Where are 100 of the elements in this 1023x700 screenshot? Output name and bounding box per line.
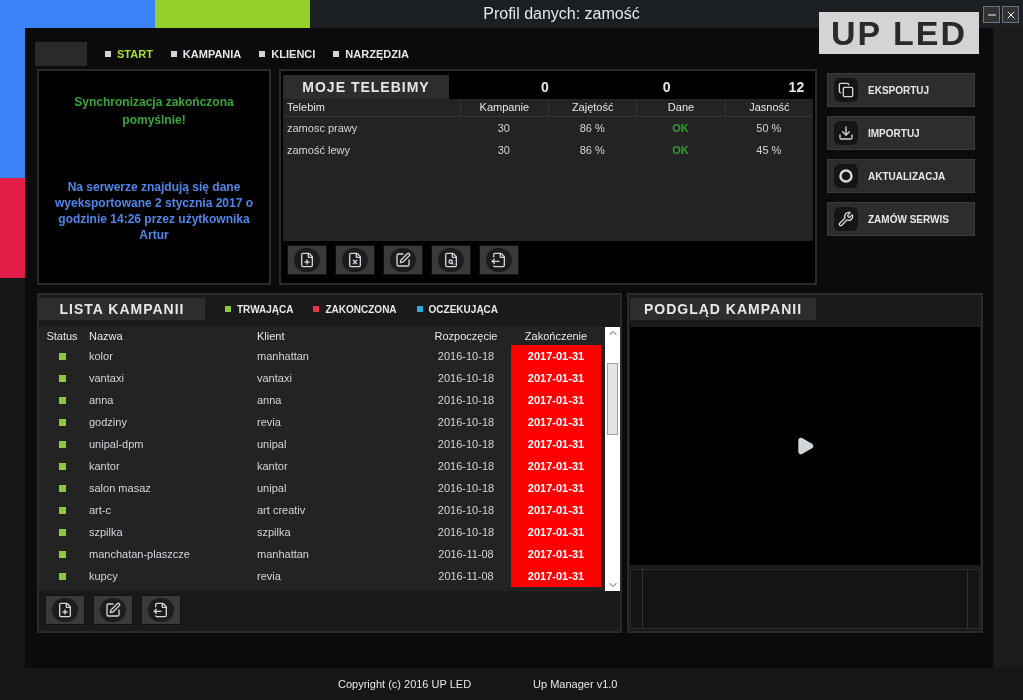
table-cell-text: OK [671, 142, 690, 158]
toolbar-button[interactable] [93, 595, 133, 625]
toolbar-button[interactable] [45, 595, 85, 625]
table-cell: 2017-01-31 [511, 455, 601, 477]
table-cell-text: art creativ [256, 502, 307, 518]
table-cell: 2017-01-31 [511, 477, 601, 499]
copyright-text: Copyright (c) 2016 UP LED [338, 676, 472, 692]
table-cell-text: 2016-10-18 [436, 392, 496, 408]
table-cell-text: 50 % [755, 120, 783, 136]
logo: UP LED [819, 12, 979, 54]
table-cell-text: 2016-10-18 [436, 458, 496, 474]
table-cell-text: 86 % [578, 120, 606, 136]
file-plus-icon [57, 602, 73, 618]
file-search-icon [443, 252, 459, 268]
column-header: Kampanie [459, 99, 548, 116]
column-header: Status [45, 328, 79, 344]
close-button[interactable] [1002, 6, 1019, 23]
table-cell: 2017-01-31 [511, 521, 601, 543]
ring-icon [838, 168, 854, 184]
table-cell-text: manchatan-plaszcze [88, 546, 191, 562]
file-plus-icon [299, 252, 315, 268]
window-title: Profil danych: zamość [482, 4, 641, 24]
table-cell-text: 86 % [578, 142, 606, 158]
toolbar-button[interactable] [479, 245, 519, 275]
table-cell: 2017-01-31 [511, 543, 601, 565]
table-cell-text: zamość lewy [286, 142, 351, 158]
table-cell-text: vantaxi [88, 370, 125, 386]
edit-icon [105, 602, 121, 618]
action-button[interactable]: AKTUALIZACJA [827, 159, 975, 193]
table-cell-text: 2016-10-18 [436, 502, 496, 518]
action-button[interactable]: ZAMÓW SERWIS [827, 202, 975, 236]
table-cell-text: kantor [88, 458, 121, 474]
file-delete-icon [347, 252, 363, 268]
table-cell-text: kolor [88, 348, 114, 364]
nav-tab[interactable]: START [105, 45, 153, 63]
table-cell-text: unipal [256, 436, 288, 452]
table-cell-text: 30 [496, 142, 511, 158]
table-cell-text: 2016-10-18 [436, 480, 496, 496]
table-cell-text: kupcy [88, 568, 119, 584]
play-icon[interactable] [795, 436, 815, 456]
table-cell-text: 2016-10-18 [436, 524, 496, 540]
file-export-icon [153, 602, 169, 618]
documents-icon [838, 82, 854, 98]
table-cell-text: unipal [256, 480, 288, 496]
table-cell-text: 45 % [755, 142, 783, 158]
nav-tab[interactable]: KAMPANIA [170, 45, 242, 63]
column-header: Jasność [724, 99, 813, 116]
table-cell: 2017-01-31 [511, 367, 601, 389]
table-cell-text: anna [88, 392, 115, 408]
table-cell-text: 2016-10-18 [436, 436, 496, 452]
table-cell: 2017-01-31 [511, 499, 601, 521]
section-title: PODGLĄD KAMPANII [630, 298, 816, 320]
section-title: LISTA KAMPANII [39, 298, 205, 320]
edit-icon [395, 252, 411, 268]
legend-label: TRWAJĄCA [237, 302, 294, 317]
table-cell: 2017-01-31 [511, 389, 601, 411]
table-cell-text: anna [256, 392, 283, 408]
table-cell: 2017-01-31 [511, 433, 601, 455]
column-header: Telebim [286, 100, 326, 116]
table-cell-text: 30 [496, 120, 511, 136]
toolbar-button[interactable] [141, 595, 181, 625]
table-cell-text: OK [671, 120, 690, 136]
table-cell-text: 2016-10-18 [436, 348, 496, 364]
legend-label: ZAKONCZONA [325, 302, 397, 317]
table-cell-text: 2016-11-08 [437, 546, 495, 562]
table-cell-text: szpilka [88, 524, 124, 540]
toolbar-button[interactable] [335, 245, 375, 275]
legend-label: OCZEKUJĄCA [428, 302, 499, 317]
minimize-button[interactable] [983, 6, 1000, 23]
file-export-icon [491, 252, 507, 268]
toolbar-button[interactable] [431, 245, 471, 275]
table-cell-text: art-c [88, 502, 112, 518]
sync-status: Synchronizacja zakończona pomyślnie! [73, 94, 235, 129]
column-header: Rozpoczęcie [433, 328, 499, 344]
version-text: Up Manager v1.0 [533, 676, 618, 692]
column-header: Klient [256, 328, 286, 344]
section-title: MOJE TELEBIMY [283, 75, 449, 99]
table-cell-text: 2016-10-18 [436, 414, 496, 430]
action-button[interactable]: IMPORTUJ [827, 116, 975, 150]
table-cell: 2017-01-31 [511, 411, 601, 433]
action-button[interactable]: EKSPORTUJ [827, 73, 975, 107]
counter: 12 [788, 77, 805, 97]
scrollbar[interactable] [605, 327, 620, 591]
toolbar-button[interactable] [383, 245, 423, 275]
nav-tab[interactable]: KLIENCI [259, 45, 316, 63]
table-cell-text: 2016-11-08 [437, 568, 495, 584]
counter: 0 [662, 77, 671, 97]
toolbar-button[interactable] [287, 245, 327, 275]
table-cell-text: revia [256, 414, 282, 430]
column-header: Zakończenie [523, 328, 589, 344]
table-cell-text: manhattan [256, 348, 310, 364]
column-header: Zajętość [548, 99, 637, 116]
scroll-thumb[interactable] [607, 363, 618, 435]
counter: 0 [541, 77, 549, 97]
column-header: Dane [636, 99, 725, 116]
nav-tab[interactable]: NARZĘDZIA [333, 45, 409, 63]
export-info: Na serwerze znajdują się dane wyeksportowane 2 stycznia 2017 o godzinie 14:26 przez użytkownika Artur [53, 179, 255, 243]
table-cell-text: kantor [256, 458, 289, 474]
table-cell-text: salon masaz [88, 480, 152, 496]
wrench-icon [838, 211, 854, 227]
